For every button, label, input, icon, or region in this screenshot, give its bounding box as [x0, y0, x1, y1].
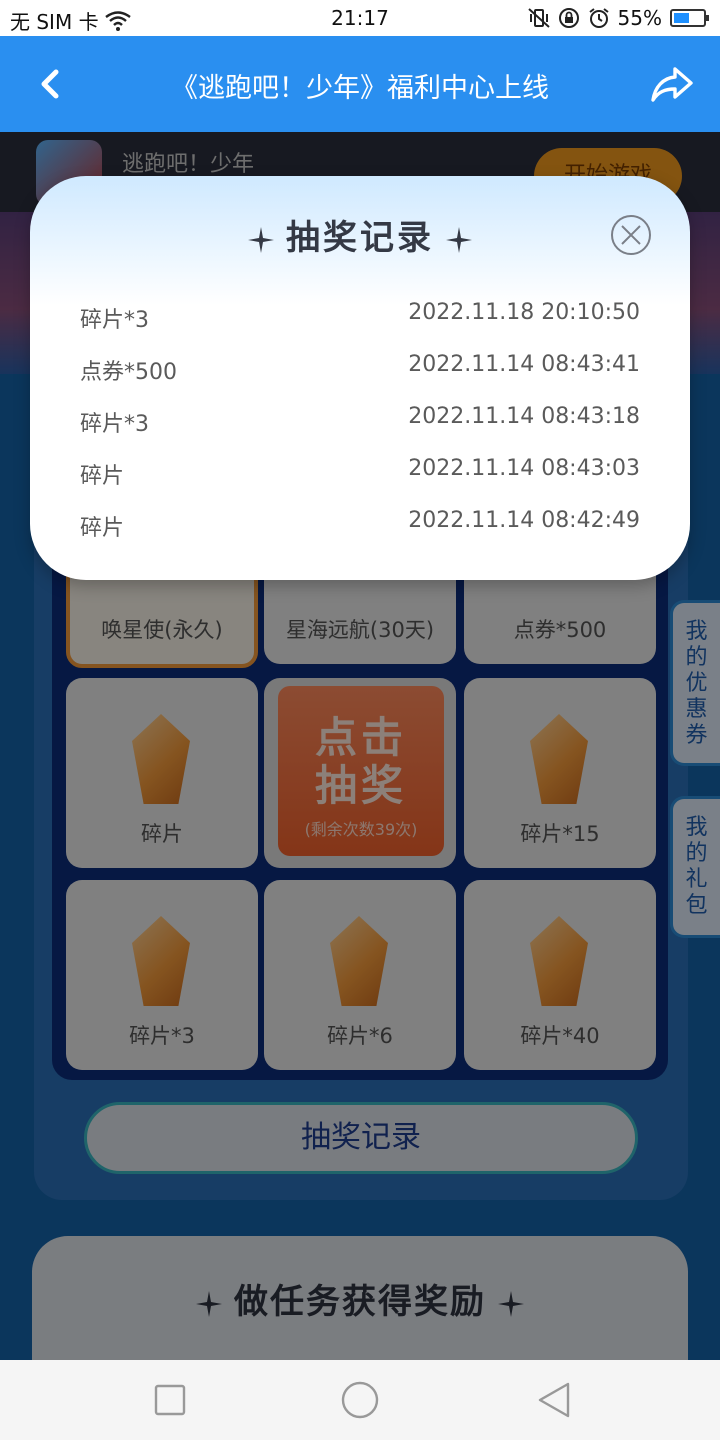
sparkle-icon: [446, 226, 472, 253]
recent-apps-icon[interactable]: [150, 1380, 190, 1420]
record-row: 碎片 2022.11.14 08:43:03: [80, 452, 640, 504]
alarm-icon: [588, 8, 609, 28]
dialog-title: 抽奖记录: [30, 210, 690, 259]
lottery-record-dialog: 抽奖记录 碎片*3 2022.11.18 20:10:50 点券*500 202…: [30, 176, 690, 580]
record-time: 2022.11.14 08:42:49: [408, 508, 640, 533]
record-time: 2022.11.18 20:10:50: [408, 300, 640, 325]
status-bar: 无 SIM 卡 21:17 55%: [0, 0, 720, 36]
share-icon: [651, 67, 693, 102]
record-prize: 点券*500: [80, 360, 177, 385]
record-time: 2022.11.14 08:43:41: [408, 352, 640, 377]
record-time: 2022.11.14 08:43:18: [408, 404, 640, 429]
record-prize: 碎片*3: [80, 308, 149, 333]
record-prize: 碎片*3: [80, 412, 149, 437]
home-icon[interactable]: [340, 1380, 380, 1420]
title-bar: 《逃跑吧！少年》福利中心上线: [0, 36, 720, 132]
record-prize: 碎片: [80, 516, 125, 541]
record-list: 碎片*3 2022.11.18 20:10:50 点券*500 2022.11.…: [80, 296, 640, 556]
share-button[interactable]: [642, 54, 702, 114]
record-row: 碎片 2022.11.14 08:42:49: [80, 504, 640, 556]
record-row: 碎片*3 2022.11.14 08:43:18: [80, 400, 640, 452]
status-right: 55%: [527, 6, 709, 30]
battery-icon: [670, 9, 709, 27]
record-row: 点券*500 2022.11.14 08:43:41: [80, 348, 640, 400]
record-time: 2022.11.14 08:43:03: [408, 456, 640, 481]
sparkle-icon: [248, 226, 274, 253]
page-title: 《逃跑吧！少年》福利中心上线: [171, 73, 549, 104]
battery-percent: 55%: [617, 6, 662, 30]
back-icon[interactable]: [534, 1380, 574, 1420]
close-icon[interactable]: [610, 214, 652, 256]
battery-level: [674, 13, 689, 23]
vibrate-icon: [527, 8, 550, 28]
system-nav-bar: [0, 1360, 720, 1440]
dialog-title-text: 抽奖记录: [286, 218, 434, 258]
rotation-lock-icon: [558, 8, 579, 28]
record-row: 碎片*3 2022.11.18 20:10:50: [80, 296, 640, 348]
record-prize: 碎片: [80, 464, 125, 489]
